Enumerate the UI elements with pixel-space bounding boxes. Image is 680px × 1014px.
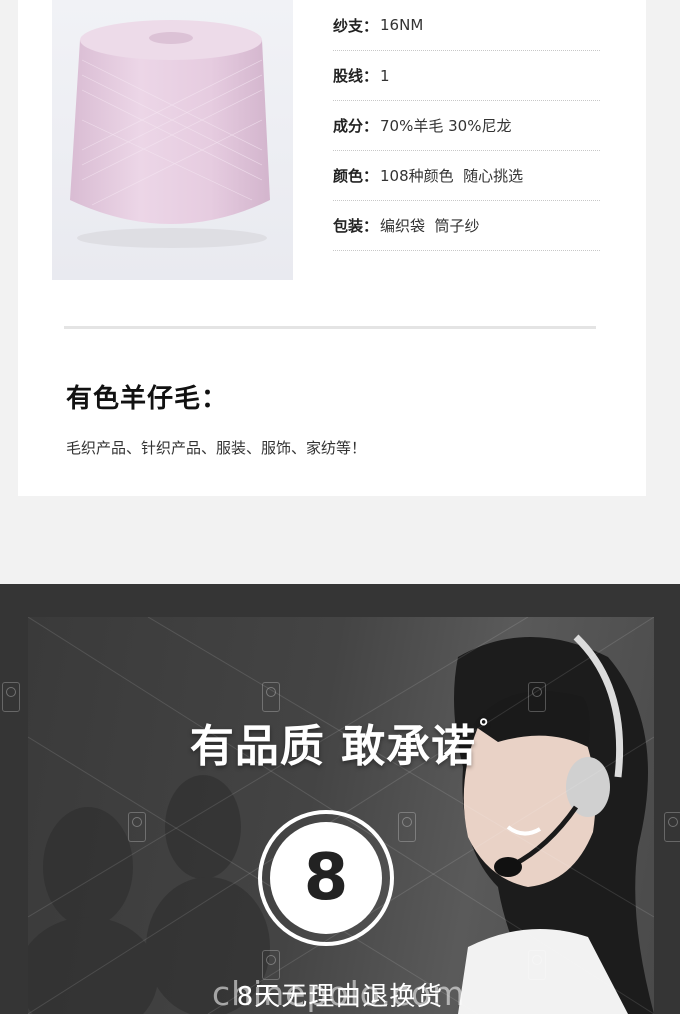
spec-value: 编织袋 筒子纱	[380, 217, 480, 235]
spec-row-count: 纱支： 16NM	[333, 0, 600, 51]
spec-row-composition: 成分： 70%羊毛 30%尼龙	[333, 101, 600, 151]
spec-key: 包装：	[333, 217, 379, 235]
spec-list: 纱支： 16NM 股线： 1 成分： 70%羊毛 30%尼龙 颜色： 108种颜…	[333, 0, 600, 251]
section-title: 有色羊仔毛：	[66, 384, 229, 414]
promo-banner: 有品质 敢承诺° 8 8天无理由退换货	[0, 584, 680, 1014]
spec-key: 颜色：	[333, 167, 379, 185]
days-badge: 8	[258, 810, 394, 946]
watermark-badge-icon	[262, 682, 280, 712]
watermark-badge-icon	[664, 812, 680, 842]
product-image	[52, 0, 293, 280]
promo-title-text: 有品质 敢承诺	[189, 721, 477, 772]
watermark-text: chinepolo.com	[212, 974, 466, 1013]
spec-value: 70%羊毛 30%尼龙	[380, 117, 512, 135]
spec-row-ply: 股线： 1	[333, 51, 600, 101]
watermark-badge-icon	[398, 812, 416, 842]
section-description: 毛织产品、针织产品、服装、服饰、家纺等！	[66, 439, 367, 457]
days-badge-inner: 8	[270, 822, 382, 934]
watermark-badge-icon	[128, 812, 146, 842]
spec-value: 1	[380, 66, 390, 85]
section-divider	[64, 326, 596, 329]
spec-value: 16NM	[380, 16, 424, 34]
spec-key: 股线：	[333, 67, 379, 85]
watermark-badge-icon	[2, 682, 20, 712]
promo-title-mark: °	[478, 716, 491, 741]
days-number: 8	[303, 841, 349, 915]
spec-key: 纱支：	[333, 16, 379, 35]
promo-title: 有品质 敢承诺°	[0, 710, 680, 774]
spec-row-color: 颜色： 108种颜色 随心挑选	[333, 151, 600, 201]
spec-row-packaging: 包装： 编织袋 筒子纱	[333, 201, 600, 251]
watermark-badge-icon	[528, 682, 546, 712]
spec-value: 108种颜色 随心挑选	[380, 167, 524, 185]
spec-key: 成分：	[333, 117, 379, 135]
product-card: 纱支： 16NM 股线： 1 成分： 70%羊毛 30%尼龙 颜色： 108种颜…	[18, 0, 646, 496]
